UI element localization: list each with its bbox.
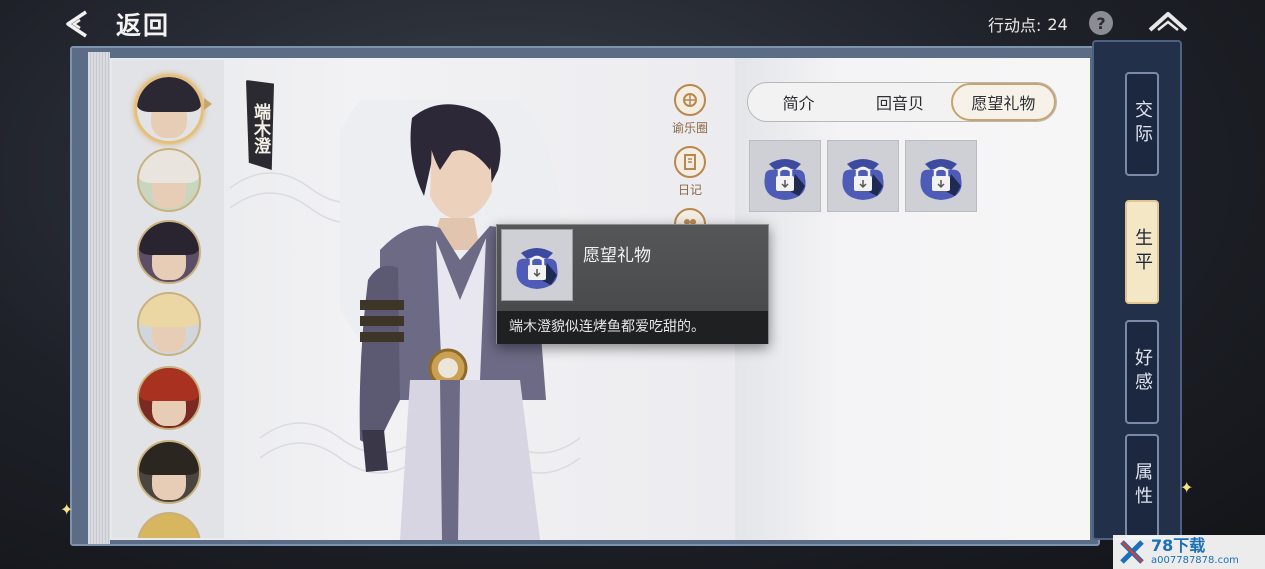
gift-slot-3[interactable]: [905, 140, 977, 212]
locked-gift-bag-icon: [920, 159, 962, 200]
portrait-selected[interactable]: [134, 74, 204, 144]
character-name: 端木澄: [246, 80, 274, 170]
home-icon[interactable]: [1146, 8, 1190, 38]
character-list[interactable]: [112, 60, 224, 538]
locked-gift-bag-icon: [842, 159, 884, 200]
portrait-hair: [139, 294, 199, 327]
sparkle-icon: ✦: [60, 500, 74, 519]
portrait-4[interactable]: [137, 292, 201, 356]
portrait-6[interactable]: [137, 440, 201, 504]
tool-diary-label: 日记: [677, 183, 702, 197]
portrait-hair: [139, 368, 199, 401]
music-circle-icon: [674, 84, 706, 116]
portrait-5[interactable]: [137, 366, 201, 430]
watermark-logo-icon: [1120, 540, 1144, 564]
gift-slot-1[interactable]: [749, 140, 821, 212]
nav-biography[interactable]: 生平: [1125, 200, 1159, 304]
page-edges: [88, 52, 110, 544]
tab-wish-gifts[interactable]: 愿望礼物: [950, 83, 1056, 121]
tooltip-thumbnail: [501, 229, 573, 301]
tooltip-description: 端木澄貌似连烤鱼都爱吃甜的。: [497, 311, 768, 344]
nav-affection[interactable]: 好感: [1125, 320, 1159, 424]
portrait-hair: [137, 77, 201, 113]
top-bar: 返回 行动点: 24 ?: [0, 0, 1265, 48]
back-button[interactable]: 返回: [60, 6, 170, 42]
gift-tooltip: 愿望礼物 端木澄貌似连烤鱼都爱吃甜的。: [496, 224, 769, 344]
locked-gift-bag-icon: [764, 159, 806, 200]
selection-arrow-icon: [204, 98, 212, 110]
help-icon[interactable]: ?: [1089, 11, 1113, 35]
nav-social[interactable]: 交际: [1125, 72, 1159, 176]
watermark-url: a007787878.com: [1151, 555, 1239, 566]
portrait-3[interactable]: [137, 220, 201, 284]
portrait-hair: [139, 442, 199, 475]
tool-music-circle-label: 谕乐圈: [671, 121, 708, 135]
portrait-hair: [139, 222, 199, 255]
gift-slot-2[interactable]: [827, 140, 899, 212]
sparkle-icon: ✦: [1180, 478, 1194, 497]
tool-diary[interactable]: 日记: [670, 146, 710, 198]
locked-gift-bag-icon: [516, 248, 558, 289]
action-points-value: 24: [1047, 14, 1068, 34]
action-points-label: 行动点:: [988, 16, 1042, 35]
tab-intro[interactable]: 简介: [748, 83, 849, 121]
back-arrow-icon: [66, 10, 87, 38]
back-label: 返回: [116, 11, 171, 40]
portrait-7[interactable]: [137, 512, 201, 538]
action-points: 行动点: 24: [988, 12, 1068, 36]
tool-music-circle[interactable]: 谕乐圈: [670, 84, 710, 136]
portrait-hair: [139, 514, 199, 538]
tooltip-title: 愿望礼物: [583, 246, 651, 266]
portrait-hair: [139, 150, 199, 183]
watermark: 78下载 a007787878.com: [1113, 535, 1265, 569]
portrait-2[interactable]: [137, 148, 201, 212]
watermark-brand: 78下载: [1151, 536, 1206, 555]
nav-attributes[interactable]: 属性: [1125, 434, 1159, 538]
profile-tabs: 简介 回音贝 愿望礼物: [747, 82, 1057, 122]
right-page: [735, 58, 1090, 540]
tab-echo-shell[interactable]: 回音贝: [849, 83, 950, 121]
diary-icon: [674, 146, 706, 178]
